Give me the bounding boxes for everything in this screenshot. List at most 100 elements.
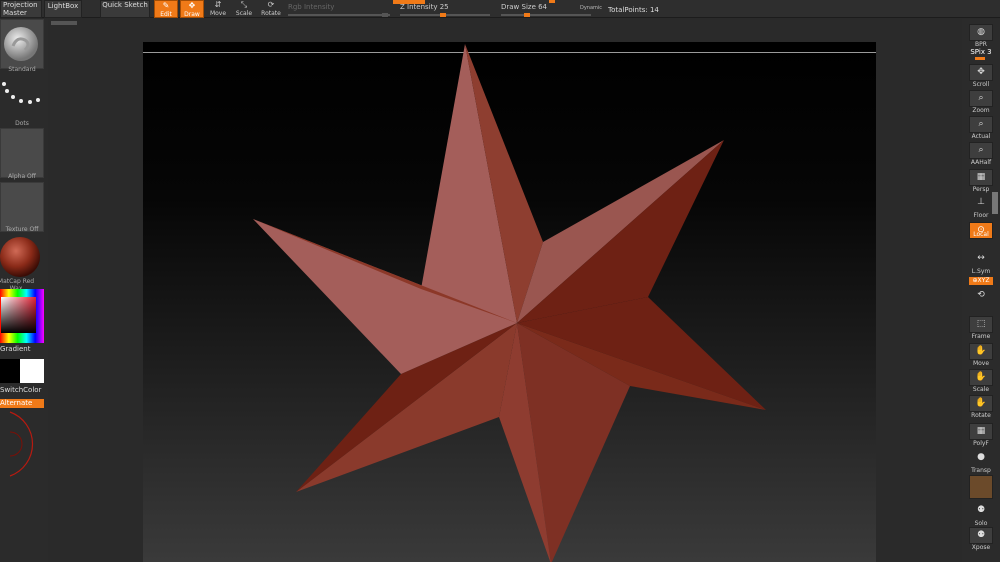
edit-label: Edit	[160, 11, 172, 18]
rgb-intensity-slider[interactable]: Rgb Intensity	[288, 3, 390, 17]
rgb-intensity-track	[288, 14, 390, 16]
zoom-button[interactable]: ⌕ Zoom	[968, 90, 994, 114]
z-intensity-knob[interactable]	[440, 13, 446, 17]
xpose-button[interactable]: ⚉ Xpose	[968, 527, 994, 551]
switch-color-button[interactable]: SwitchColor	[0, 386, 44, 394]
rotate-label: Rotate	[971, 412, 991, 419]
xpose-icon: ⚉	[969, 527, 993, 544]
rgb-intensity-label: Rgb Intensity	[288, 3, 335, 11]
dots-stroke-icon	[2, 82, 40, 104]
actual-button[interactable]: ⌕ Actual	[968, 116, 994, 140]
scale-icon: ⤡	[240, 0, 248, 9]
total-points: TotalPoints: 14	[608, 6, 659, 14]
secondary-color-swatch[interactable]	[20, 359, 44, 383]
hand-scale-icon: ✋	[969, 369, 993, 386]
hand-move-icon: ✋	[969, 343, 993, 360]
solo-button[interactable]: ⚉ Solo	[968, 503, 994, 527]
polyframe-icon: ▦	[969, 423, 993, 440]
brush-label: Standard	[8, 66, 36, 73]
draw-size-track	[501, 14, 591, 16]
draw-size-knob[interactable]	[524, 13, 530, 17]
floor-button[interactable]: ⊥ Floor	[968, 195, 994, 219]
draw-label: Draw	[184, 11, 200, 18]
lsym-label: L.Sym	[971, 268, 991, 275]
draw-mode-button[interactable]: ✥ Draw	[180, 0, 204, 18]
gradient-label: Gradient	[0, 345, 31, 353]
material-sphere-icon	[0, 237, 40, 277]
edit-mode-button[interactable]: ✎ Edit	[154, 0, 178, 18]
actual-label: Actual	[971, 133, 991, 140]
focal-shift-knob[interactable]	[549, 0, 555, 3]
left-shelf: Standard Dots Alpha Off Texture Off MatC…	[0, 19, 48, 562]
lsym-icon: ↔	[977, 253, 985, 263]
draw-size-slider[interactable]: Draw Size 64	[501, 0, 591, 17]
lightbox-button[interactable]: LightBox	[44, 0, 82, 18]
actual-icon: ⌕	[969, 116, 993, 133]
brush-tile[interactable]	[0, 19, 44, 69]
stroke-circle-icon	[9, 411, 34, 477]
projection-master-button[interactable]: Projection Master	[0, 0, 42, 18]
star-geometry	[253, 44, 766, 562]
dynamic-toggle[interactable]: Dynamic	[580, 5, 602, 11]
polyf-button[interactable]: ▦ PolyF	[968, 423, 994, 447]
material-tile[interactable]	[0, 235, 44, 283]
rotate-small-icon: ⟲	[977, 290, 985, 300]
move-button[interactable]: ✋ Move	[968, 343, 994, 367]
alpha-tile[interactable]	[0, 128, 44, 178]
zoom-label: Zoom	[972, 107, 990, 114]
rotate-button[interactable]: ✋ Rotate	[968, 395, 994, 419]
right-shelf: ◍ BPR SPix 3 ✥ Scroll ⌕ Zoom ⌕ Actual ⌕ AAHal…	[962, 19, 1000, 562]
floor-icon: ⊥	[977, 197, 985, 207]
local-button[interactable]: ⊙ Local	[968, 222, 994, 246]
transp-label: Transp	[971, 467, 991, 474]
polyf-label: PolyF	[973, 440, 989, 447]
frame-label: Frame	[971, 333, 991, 340]
color-picker[interactable]	[0, 289, 44, 343]
persp-button[interactable]: ▦ Persp	[968, 169, 994, 193]
scroll-button[interactable]: ✥ Scroll	[968, 64, 994, 88]
six-point-star-model[interactable]	[143, 42, 876, 562]
zoom-icon: ⌕	[969, 90, 993, 107]
draw-size-label: Draw Size 64	[501, 3, 548, 11]
ghost-icon	[969, 475, 993, 499]
scale-mode-button[interactable]: ⤡ Scale	[232, 0, 256, 18]
frame-icon: ⬚	[969, 316, 993, 333]
aahalf-button[interactable]: ⌕ AAHalf	[968, 142, 994, 166]
color-saturation-square[interactable]	[1, 297, 36, 333]
scale-label: Scale	[235, 10, 253, 17]
bpr-icon: ◍	[969, 24, 993, 41]
persp-label: Persp	[972, 186, 990, 193]
frame-button[interactable]: ⬚ Frame	[968, 316, 994, 340]
rotate-small-icon-button[interactable]: ⟲	[968, 289, 994, 301]
rotate-mode-button[interactable]: ⟳ Rotate	[259, 0, 283, 18]
main-color-swatch[interactable]	[0, 359, 20, 383]
texture-tile[interactable]	[0, 182, 44, 232]
scale-button[interactable]: ✋ Scale	[968, 369, 994, 393]
lsym-button[interactable]: ↔ L.Sym	[968, 251, 994, 275]
rotate-icon: ⟳	[267, 0, 275, 9]
move-label: Move	[972, 360, 990, 367]
right-shelf-scrollbar[interactable]	[992, 192, 998, 214]
bpr-label: BPR	[975, 41, 987, 48]
rotate-label: Rotate	[261, 10, 281, 17]
z-intensity-label: Z Intensity 25	[400, 3, 449, 11]
z-intensity-slider[interactable]: Z Intensity 25	[400, 3, 490, 17]
spix-slider[interactable]: SPix 3	[968, 48, 994, 56]
transp-button[interactable]: ● Transp	[968, 450, 994, 474]
rgb-intensity-knob[interactable]	[382, 13, 388, 17]
move-mode-button[interactable]: ⇵ Move	[206, 0, 230, 18]
local-label: Local	[973, 231, 989, 238]
bpr-button[interactable]: ◍ BPR	[968, 24, 994, 48]
shelf-resize-handle[interactable]	[51, 21, 77, 25]
document-canvas[interactable]	[143, 42, 876, 562]
ghost-button[interactable]	[968, 475, 994, 499]
standard-brush-icon	[4, 27, 38, 61]
scale-label: Scale	[972, 386, 990, 393]
xyz-button[interactable]: ⊕XYZ	[969, 277, 993, 285]
scroll-icon: ✥	[969, 64, 993, 81]
move-icon: ⇵	[214, 0, 222, 9]
spix-knob[interactable]	[975, 57, 985, 60]
stroke-tile[interactable]	[0, 74, 44, 124]
persp-icon: ▦	[969, 169, 993, 186]
quick-sketch-button[interactable]: Quick Sketch	[100, 0, 150, 18]
